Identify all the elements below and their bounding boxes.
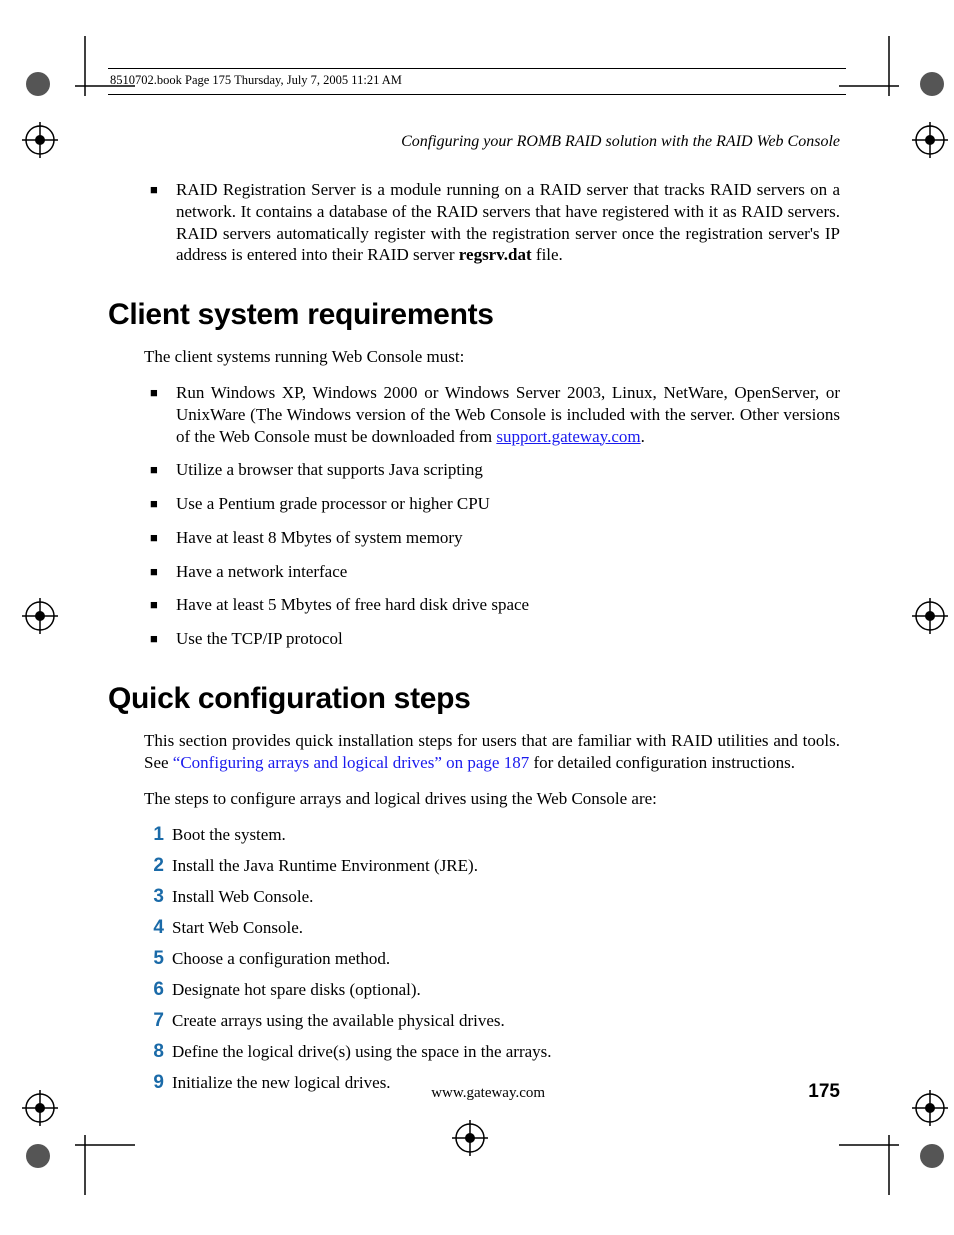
step-text: Designate hot spare disks (optional).: [172, 980, 840, 1000]
requirement-text: Have at least 5 Mbytes of free hard disk…: [176, 594, 840, 616]
requirement-text: Use the TCP/IP protocol: [176, 628, 840, 650]
book-info: 8510702.book Page 175 Thursday, July 7, …: [108, 73, 846, 88]
para-client-intro: The client systems running Web Console m…: [144, 346, 840, 368]
requirement-item: ■Use a Pentium grade processor or higher…: [144, 493, 840, 515]
step-text: Boot the system.: [172, 825, 840, 845]
requirement-text: Have a network interface: [176, 561, 840, 583]
step-item: 3Install Web Console.: [144, 886, 840, 908]
para-steps-intro: The steps to configure arrays and logica…: [144, 788, 840, 810]
bullet-icon: ■: [144, 382, 176, 447]
intro-post: file.: [532, 245, 563, 264]
step-text: Define the logical drive(s) using the sp…: [172, 1042, 840, 1062]
heading-client-requirements: Client system requirements: [108, 298, 846, 332]
requirement-item: ■Use the TCP/IP protocol: [144, 628, 840, 650]
step-number: 1: [144, 824, 172, 846]
bubble-mark-bl: [24, 1142, 52, 1175]
bullet-icon: ■: [144, 459, 176, 481]
step-item: 1Boot the system.: [144, 824, 840, 846]
bullet-icon: ■: [144, 179, 176, 266]
bullet-icon: ■: [144, 594, 176, 616]
requirement-text: Use a Pentium grade processor or higher …: [176, 493, 840, 515]
step-number: 6: [144, 979, 172, 1001]
steps-list: 1Boot the system.2Install the Java Runti…: [144, 824, 840, 1094]
requirement-item: ■Run Windows XP, Windows 2000 or Windows…: [144, 382, 840, 447]
register-mark-left-bot: [22, 1090, 58, 1126]
step-text: Install the Java Runtime Environment (JR…: [172, 856, 840, 876]
step-number: 7: [144, 1010, 172, 1032]
step-text: Install Web Console.: [172, 887, 840, 907]
header-rule-top: [108, 68, 846, 69]
register-mark-left-top: [22, 122, 58, 158]
running-head: Configuring your ROMB RAID solution with…: [108, 133, 846, 151]
requirement-text: Have at least 8 Mbytes of system memory: [176, 527, 840, 549]
register-mark-left-mid: [22, 598, 58, 634]
requirement-item: ■Utilize a browser that supports Java sc…: [144, 459, 840, 481]
para-quick-intro: This section provides quick installation…: [144, 730, 840, 774]
requirement-item: ■Have a network interface: [144, 561, 840, 583]
xref-configuring-arrays[interactable]: “Configuring arrays and logical drives” …: [173, 753, 529, 772]
bubble-mark-tl: [24, 70, 52, 103]
step-item: 2Install the Java Runtime Environment (J…: [144, 855, 840, 877]
register-mark-right-mid: [912, 598, 948, 634]
requirement-item: ■Have at least 5 Mbytes of free hard dis…: [144, 594, 840, 616]
step-number: 2: [144, 855, 172, 877]
link-support-gateway[interactable]: support.gateway.com: [496, 427, 640, 446]
step-text: Start Web Console.: [172, 918, 840, 938]
header-rule-bottom: [108, 94, 846, 95]
crop-mark-top-right: [839, 36, 899, 96]
page-container: 8510702.book Page 175 Thursday, July 7, …: [108, 68, 846, 1103]
step-number: 5: [144, 948, 172, 970]
requirement-text: Utilize a browser that supports Java scr…: [176, 459, 840, 481]
para2-post: for detailed configuration instructions.: [529, 753, 795, 772]
register-mark-bottom-center: [452, 1120, 488, 1156]
requirement-item: ■Have at least 8 Mbytes of system memory: [144, 527, 840, 549]
bullet-icon: ■: [144, 561, 176, 583]
step-item: 7Create arrays using the available physi…: [144, 1010, 840, 1032]
intro-bullet: ■ RAID Registration Server is a module r…: [144, 179, 840, 266]
register-mark-right-top: [912, 122, 948, 158]
footer-page-number: 175: [808, 1081, 846, 1103]
content-area: ■ RAID Registration Server is a module r…: [108, 179, 846, 266]
footer-url: www.gateway.com: [168, 1085, 808, 1102]
register-mark-right-bot: [912, 1090, 948, 1126]
requirements-list: ■Run Windows XP, Windows 2000 or Windows…: [144, 382, 840, 650]
bubble-mark-br: [918, 1142, 946, 1175]
requirement-text: Run Windows XP, Windows 2000 or Windows …: [176, 382, 840, 447]
intro-bullet-text: RAID Registration Server is a module run…: [176, 179, 840, 266]
step-item: 6Designate hot spare disks (optional).: [144, 979, 840, 1001]
step-number: 8: [144, 1041, 172, 1063]
intro-bold: regsrv.dat: [459, 245, 532, 264]
heading-quick-config: Quick configuration steps: [108, 682, 846, 716]
step-item: 8Define the logical drive(s) using the s…: [144, 1041, 840, 1063]
step-item: 4Start Web Console.: [144, 917, 840, 939]
page-footer: www.gateway.com 175: [108, 1063, 846, 1103]
step-text: Choose a configuration method.: [172, 949, 840, 969]
step-number: 3: [144, 886, 172, 908]
crop-mark-bottom-right: [839, 1135, 899, 1195]
step-number: 4: [144, 917, 172, 939]
step-item: 5Choose a configuration method.: [144, 948, 840, 970]
bullet-icon: ■: [144, 628, 176, 650]
bullet-icon: ■: [144, 493, 176, 515]
bubble-mark-tr: [918, 70, 946, 103]
step-text: Create arrays using the available physic…: [172, 1011, 840, 1031]
crop-mark-bottom-left: [75, 1135, 135, 1195]
bullet-icon: ■: [144, 527, 176, 549]
